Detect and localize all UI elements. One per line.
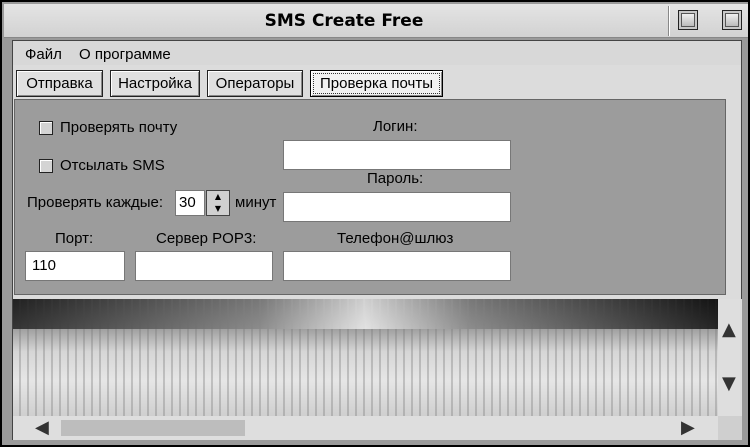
phone-gateway-label: Телефон@шлюз xyxy=(337,230,454,247)
password-input[interactable] xyxy=(283,192,511,222)
stepper-up-icon[interactable]: ▲ xyxy=(207,191,229,203)
send-sms-checkbox[interactable] xyxy=(39,159,53,173)
send-sms-label: Отсылать SMS xyxy=(60,157,165,174)
horizontal-scroll-thumb[interactable] xyxy=(61,420,245,436)
stepper-down-icon[interactable]: ▼ xyxy=(207,203,229,215)
menu-about[interactable]: О программе xyxy=(79,46,171,63)
login-input[interactable] xyxy=(283,140,511,170)
mail-check-panel: Проверять почту Отсылать SMS Проверять к… xyxy=(14,99,726,295)
tab-settings[interactable]: Настройка xyxy=(110,70,200,97)
vertical-scrollbar[interactable]: ▲ ▼ xyxy=(718,299,742,416)
background-image xyxy=(13,299,718,416)
minutes-label: минут xyxy=(235,194,277,211)
login-label: Логин: xyxy=(373,118,418,135)
pop3-server-input[interactable] xyxy=(135,251,273,281)
scroll-up-icon[interactable]: ▲ xyxy=(722,319,736,340)
tab-operators[interactable]: Операторы xyxy=(207,70,303,97)
port-label: Порт: xyxy=(55,230,94,247)
password-label: Пароль: xyxy=(367,170,424,187)
phone-gateway-input[interactable] xyxy=(283,251,511,281)
maximize-icon xyxy=(681,13,695,27)
title-bar[interactable]: SMS Create Free xyxy=(4,4,748,38)
title-separator xyxy=(668,6,670,36)
check-mail-checkbox[interactable] xyxy=(39,121,53,135)
restore-icon xyxy=(725,13,739,27)
menu-bar: Файл О программе xyxy=(13,41,741,65)
scroll-left-icon[interactable]: ◀ xyxy=(35,417,49,438)
scroll-corner xyxy=(718,416,742,440)
app-window: SMS Create Free Файл О программе Отправк… xyxy=(0,0,750,447)
horizontal-scrollbar[interactable]: ◀ ▶ xyxy=(13,416,718,440)
pop3-server-label: Сервер POP3: xyxy=(156,230,257,247)
client-area: Файл О программе Отправка Настройка Опер… xyxy=(12,40,742,440)
scroll-down-icon[interactable]: ▼ xyxy=(722,373,736,394)
port-input[interactable]: 110 xyxy=(25,251,125,281)
tab-send[interactable]: Отправка xyxy=(16,70,103,97)
interval-input[interactable]: 30 xyxy=(175,190,205,216)
tab-mail-check[interactable]: Проверка почты xyxy=(310,70,443,97)
image-horizon xyxy=(13,299,718,329)
check-every-label: Проверять каждые: xyxy=(27,194,164,211)
scroll-right-icon[interactable]: ▶ xyxy=(681,417,695,438)
check-mail-label: Проверять почту xyxy=(60,119,178,136)
window-title: SMS Create Free xyxy=(264,11,424,31)
menu-file[interactable]: Файл xyxy=(25,46,62,63)
maximize-button[interactable] xyxy=(678,10,698,30)
restore-button[interactable] xyxy=(722,10,742,30)
interval-stepper[interactable]: ▲ ▼ xyxy=(206,190,230,216)
